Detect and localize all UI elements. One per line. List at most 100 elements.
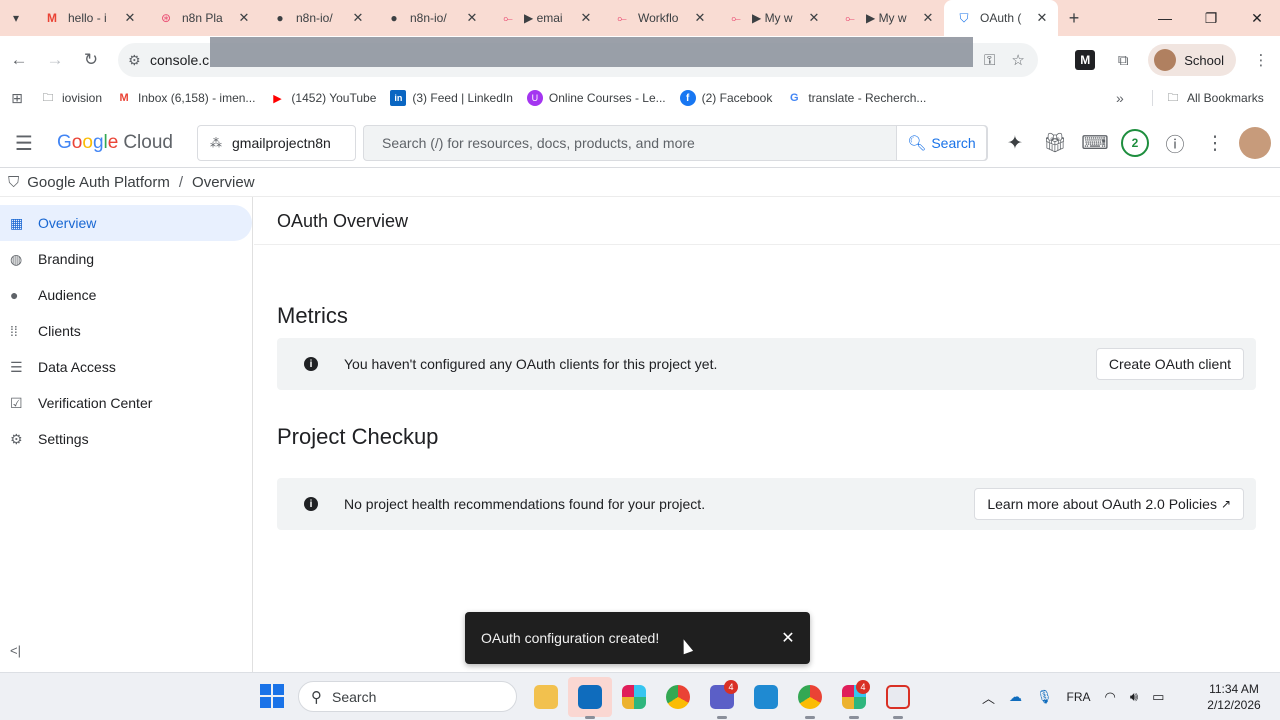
browser-tab[interactable]: ● n8n-io/ ✕: [374, 0, 488, 36]
file-explorer-icon[interactable]: [524, 677, 568, 717]
browser-tab[interactable]: ⟜ ▶ My w ✕: [716, 0, 830, 36]
teams-icon[interactable]: 4: [700, 677, 744, 719]
create-oauth-client-button[interactable]: Create OAuth client: [1095, 348, 1244, 380]
bookmark[interactable]: G translate - Recherch...: [786, 90, 926, 106]
sidebar-item-clients[interactable]: ⁞⁞ Clients: [0, 313, 252, 349]
sidebar-item-branding[interactable]: ◍ Branding: [0, 241, 252, 277]
collapse-sidebar-icon[interactable]: <|: [10, 643, 21, 658]
search-button[interactable]: 🔍︎ Search: [896, 125, 987, 161]
password-key-icon[interactable]: ⚿: [984, 52, 995, 69]
tab-close-icon[interactable]: ✕: [122, 10, 138, 26]
hamburger-menu-icon[interactable]: ☰: [12, 131, 36, 155]
wifi-icon[interactable]: ◠: [1105, 689, 1116, 705]
gcp-search-box[interactable]: Search (/) for resources, docs, products…: [363, 125, 988, 161]
search-icon: ⚲: [311, 688, 322, 706]
back-icon[interactable]: ←: [2, 43, 36, 77]
battery-icon[interactable]: ▭: [1152, 689, 1164, 705]
cloud-shell-icon[interactable]: ⌨: [1075, 123, 1115, 163]
bookmark[interactable]: ▶ (1452) YouTube: [269, 90, 376, 106]
sidebar-item-data-access[interactable]: ☰ Data Access: [0, 349, 252, 385]
browser-tab[interactable]: ⟜ ▶ My w ✕: [830, 0, 944, 36]
microphone-icon[interactable]: 🎙︎: [1036, 689, 1053, 705]
tab-title: n8n Pla: [182, 11, 223, 25]
bookmark[interactable]: 🗀 iovision: [40, 90, 103, 106]
sidebar-item-label: Audience: [38, 287, 97, 303]
chrome-profile-icon[interactable]: [788, 677, 832, 719]
forward-icon[interactable]: →: [38, 43, 72, 77]
snackbar-close-icon[interactable]: ✕: [766, 628, 810, 648]
bookmark[interactable]: f (2) Facebook: [679, 90, 772, 106]
bookmark[interactable]: in (3) Feed | LinkedIn: [390, 90, 513, 106]
slack-icon[interactable]: [612, 677, 656, 717]
outlook-icon[interactable]: [568, 677, 612, 719]
more-options-icon[interactable]: ⋮: [1195, 123, 1235, 163]
chrome-icon[interactable]: [656, 677, 700, 717]
all-bookmarks[interactable]: 🗀 All Bookmarks: [1165, 84, 1264, 112]
account-avatar[interactable]: [1239, 127, 1271, 159]
tab-close-icon[interactable]: ✕: [692, 10, 708, 26]
google-cloud-logo[interactable]: Google Cloud: [57, 132, 173, 154]
help-icon[interactable]: ⓘ: [1155, 123, 1195, 163]
system-tray: ︿ ☁ 🎙︎ FRA ◠ 🔊︎ ▭: [982, 673, 1178, 720]
data-access-icon: ☰: [10, 358, 23, 375]
tray-overflow-icon[interactable]: ︿: [982, 688, 995, 707]
reload-icon[interactable]: ↻: [74, 43, 108, 77]
extension-m-icon[interactable]: M: [1066, 36, 1104, 84]
browser-menu-icon[interactable]: ⋮: [1242, 36, 1280, 84]
browser-tab[interactable]: M hello - i ✕: [32, 0, 146, 36]
sidebar-item-settings[interactable]: ⚙ Settings: [0, 421, 252, 457]
windows-start-icon[interactable]: [260, 684, 284, 708]
browser-tab[interactable]: ⊛ n8n Pla ✕: [146, 0, 260, 36]
extensions-puzzle-icon[interactable]: ⧉: [1104, 36, 1142, 84]
shield-icon: ⛉: [959, 10, 969, 25]
sidebar-item-verification-center[interactable]: ☑ Verification Center: [0, 385, 252, 421]
bookmark[interactable]: U Online Courses - Le...: [526, 90, 666, 106]
site-info-icon[interactable]: ⚙: [128, 52, 150, 69]
browser-tab[interactable]: ⟜ ▶ emai ✕: [488, 0, 602, 36]
tab-close-icon[interactable]: ✕: [350, 10, 366, 26]
gmail-icon: M: [119, 92, 129, 104]
tab-strip: ▾ M hello - i ✕ ⊛ n8n Pla ✕ ● n8n-io/ ✕ …: [0, 0, 1280, 36]
tab-search-button[interactable]: ▾: [0, 0, 32, 36]
bookmark[interactable]: M Inbox (6,158) - imen...: [116, 90, 255, 106]
apps-grid-icon[interactable]: ⊞: [2, 90, 32, 107]
notifications-button[interactable]: 2: [1115, 123, 1155, 163]
project-picker[interactable]: ⁂ gmailprojectn8n: [197, 125, 356, 161]
taskbar-search[interactable]: ⚲ Search: [298, 681, 517, 712]
checkup-message: No project health recommendations found …: [344, 496, 706, 512]
tab-close-icon[interactable]: ✕: [578, 10, 594, 26]
onedrive-icon[interactable]: ☁: [1009, 689, 1022, 705]
sidebar-item-audience[interactable]: ● Audience: [0, 277, 252, 313]
notification-count: 2: [1121, 129, 1149, 157]
restore-icon[interactable]: ❐: [1188, 0, 1234, 36]
tab-close-icon[interactable]: ✕: [464, 10, 480, 26]
close-window-icon[interactable]: ✕: [1234, 0, 1280, 36]
learn-more-oauth-policies-button[interactable]: Learn more about OAuth 2.0 Policies ↗: [974, 488, 1244, 520]
tab-close-icon[interactable]: ✕: [1034, 10, 1050, 26]
bookmark-star-icon[interactable]: ☆: [1011, 51, 1024, 69]
gcp-header: ☰ Google Cloud ⁂ gmailprojectn8n Search (…: [0, 118, 1280, 168]
browser-tab-active[interactable]: ⛉ OAuth ( ✕: [944, 0, 1058, 36]
tab-close-icon[interactable]: ✕: [806, 10, 822, 26]
snackbar: OAuth configuration created! ✕: [465, 612, 810, 664]
profile-button[interactable]: School: [1148, 44, 1236, 76]
sidebar-item-label: Verification Center: [38, 395, 153, 411]
gift-icon[interactable]: 🎁︎: [1035, 123, 1075, 163]
language-indicator[interactable]: FRA: [1067, 690, 1091, 704]
tab-close-icon[interactable]: ✕: [236, 10, 252, 26]
slack-icon[interactable]: 4: [832, 677, 876, 719]
vscode-icon[interactable]: [744, 677, 788, 717]
snipping-tool-icon[interactable]: [876, 677, 920, 719]
breadcrumb-root[interactable]: Google Auth Platform: [27, 174, 170, 191]
volume-icon[interactable]: 🔊︎: [1130, 689, 1138, 705]
minimize-icon[interactable]: —: [1142, 0, 1188, 36]
more-bookmarks-icon[interactable]: »: [1116, 84, 1124, 112]
new-tab-button[interactable]: +: [1058, 0, 1090, 36]
tab-close-icon[interactable]: ✕: [920, 10, 936, 26]
gemini-sparkle-icon[interactable]: ✦: [995, 123, 1035, 163]
search-input[interactable]: Search (/) for resources, docs, products…: [382, 126, 695, 160]
clock[interactable]: 11:34 AM 2/12/2026: [1200, 681, 1268, 713]
browser-tab[interactable]: ● n8n-io/ ✕: [260, 0, 374, 36]
browser-tab[interactable]: ⟜ Workflo ✕: [602, 0, 716, 36]
sidebar-item-overview[interactable]: ▦ Overview: [0, 205, 252, 241]
